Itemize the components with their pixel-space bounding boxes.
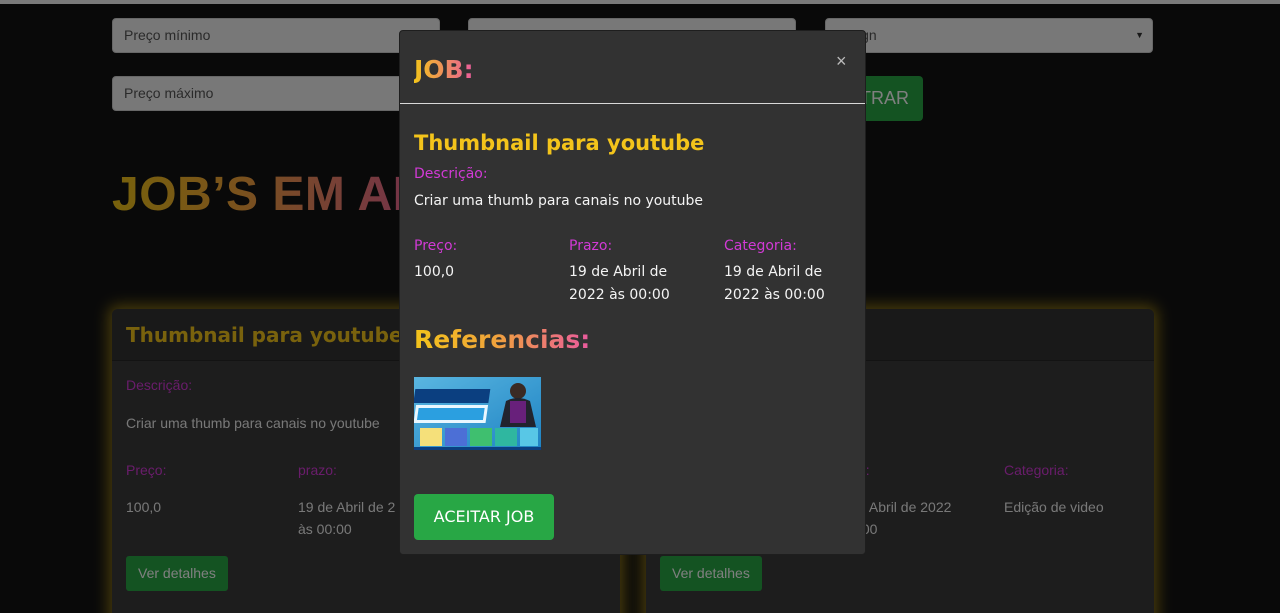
modal-deadline-line2: 2022 às 00:00: [569, 287, 670, 303]
references-heading: Referencias:: [414, 325, 591, 354]
close-icon[interactable]: ×: [836, 52, 847, 70]
modal-category-line1: 19 de Abril de: [724, 264, 823, 280]
modal-category-line2: 2022 às 00:00: [724, 287, 825, 303]
modal-category-label: Categoria:: [724, 238, 797, 254]
modal-price-label: Preço:: [414, 238, 458, 254]
reference-thumbnail-graphic: [414, 377, 541, 450]
modal-price-value: 100,0: [414, 264, 455, 280]
modal-description-label: Descrição:: [414, 166, 488, 182]
modal-job-title: Thumbnail para youtube: [414, 131, 705, 155]
modal-deadline-line1: 19 de Abril de: [569, 264, 668, 280]
accept-job-button[interactable]: ACEITAR JOB: [414, 494, 554, 540]
job-modal: JOB: × Thumbnail para youtube Descrição:…: [399, 30, 866, 555]
modal-divider: [400, 103, 865, 104]
modal-title: JOB:: [414, 55, 474, 84]
modal-deadline-label: Prazo:: [569, 238, 613, 254]
modal-description-text: Criar uma thumb para canais no youtube: [414, 193, 704, 209]
reference-image[interactable]: [414, 377, 541, 450]
